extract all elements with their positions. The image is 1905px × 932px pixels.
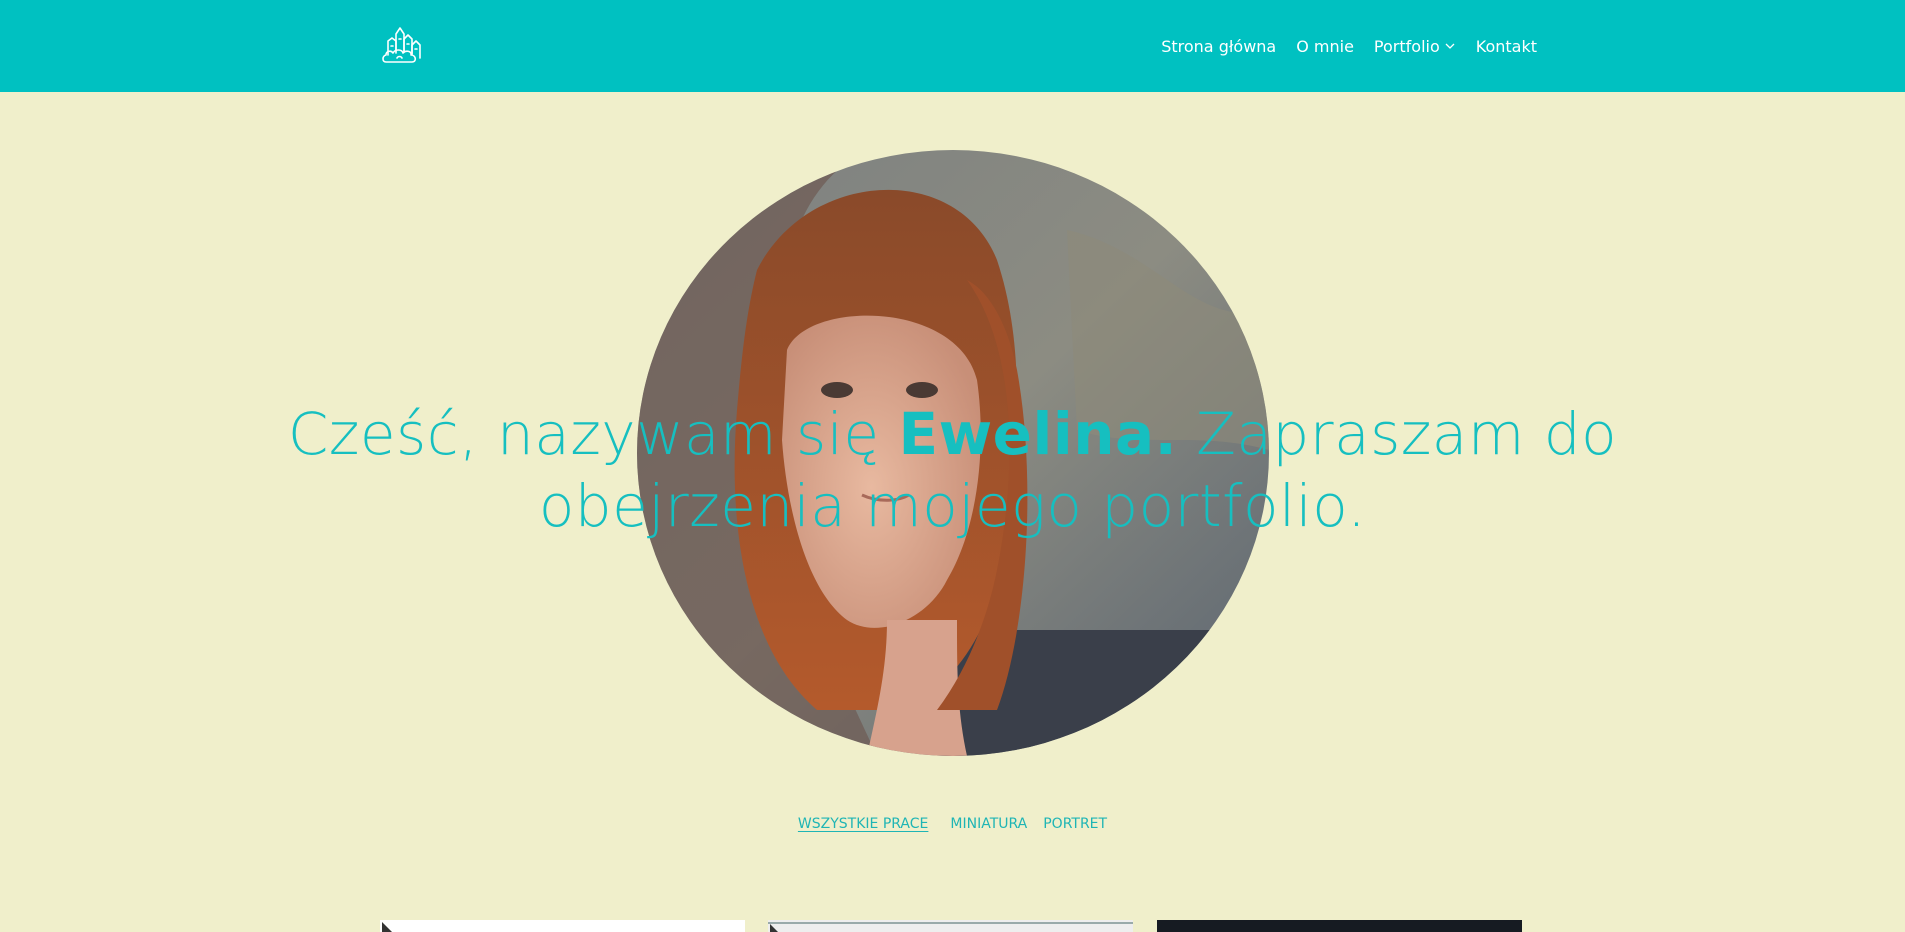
nav-item-contact[interactable]: Kontakt xyxy=(1476,37,1537,56)
portfolio-thumbnail[interactable] xyxy=(1157,920,1522,932)
nav-item-label: Portfolio xyxy=(1373,36,1440,56)
hero-headline-line1: Cześć, nazywam się Ewelina. Zapraszam do xyxy=(0,398,1905,470)
filter-portrait[interactable]: PORTRET xyxy=(1035,816,1115,832)
hero-name: Ewelina. xyxy=(898,400,1178,468)
nav-item-about[interactable]: O mnie xyxy=(1296,37,1354,56)
portfolio-thumbnail[interactable] xyxy=(768,920,1133,932)
nav-item-label: Strona główna xyxy=(1161,36,1277,56)
hero-greeting: Cześć, nazywam się xyxy=(287,400,899,468)
nav-item-label: O mnie xyxy=(1296,36,1354,56)
nav-item-label: Kontakt xyxy=(1475,36,1537,56)
hero-headline: Cześć, nazywam się Ewelina. Zapraszam do… xyxy=(0,398,1905,542)
filter-miniature[interactable]: MINIATURA xyxy=(942,816,1035,832)
portfolio-filter-bar: WSZYSTKIE PRACE MINIATURA PORTRET xyxy=(0,816,1905,832)
hero-invite: Zapraszam do xyxy=(1177,400,1618,468)
chevron-down-icon xyxy=(1445,43,1455,49)
hero-headline-line2: obejrzenia mojego portfolio. xyxy=(538,472,1367,540)
main-nav: Strona główna O mnie Portfolio Kontakt xyxy=(1141,0,1537,92)
filter-all-works[interactable]: WSZYSTKIE PRACE xyxy=(790,816,936,832)
nav-item-home[interactable]: Strona główna xyxy=(1161,37,1276,56)
portfolio-thumbnail[interactable] xyxy=(380,920,745,932)
top-navbar: Strona główna O mnie Portfolio Kontakt xyxy=(0,0,1905,92)
castle-cloud-logo-icon[interactable] xyxy=(380,24,426,70)
nav-item-portfolio[interactable]: Portfolio xyxy=(1374,37,1456,56)
